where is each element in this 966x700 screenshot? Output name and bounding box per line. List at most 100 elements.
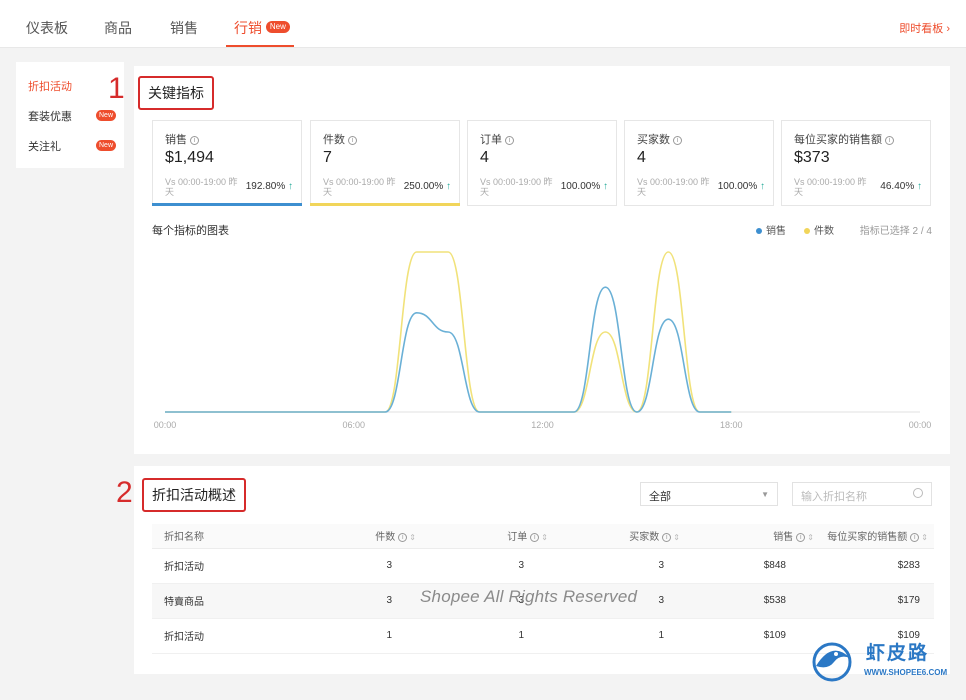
metric-comparison: Vs 00:00-19:00 昨天 — [794, 177, 867, 197]
new-badge: New — [96, 110, 117, 121]
watermark-text: Shopee All Rights Reserved — [420, 587, 638, 606]
table-header-row: 折扣名称 件数 i ⇕ 订单 i ⇕ 买家数 i ⇕ 销售 i ⇕ 每位买家的销售额 i ⇕ — [152, 524, 934, 549]
metric-change: 192.80% ↑ — [245, 181, 293, 192]
sidebar-item-follow-prize[interactable]: 关注礼 — [28, 138, 61, 154]
cell-sales-per-buyer: $283 — [814, 548, 934, 584]
cell-units: 3 — [312, 583, 416, 619]
arrow-up-icon: ↑ — [288, 181, 293, 192]
new-badge: New — [96, 140, 117, 151]
metric-value: $373 — [794, 149, 830, 166]
tab-marketing-label: 行销 — [234, 20, 262, 36]
metric-change: 100.00% ↑ — [717, 181, 765, 192]
sort-icon[interactable]: ⇕ — [921, 533, 928, 542]
metric-comparison: Vs 00:00-19:00 昨天 — [637, 177, 710, 197]
annotation-number: 2 — [116, 476, 133, 509]
metric-value: 4 — [637, 149, 646, 166]
info-icon: i — [796, 533, 806, 543]
cell-discount-name: 折扣活动 — [152, 618, 312, 654]
active-tab-indicator — [226, 45, 294, 47]
metric-label: 订单 i — [480, 131, 514, 147]
tab-dashboard[interactable]: 仪表板 — [26, 18, 68, 38]
arrow-up-icon: ↑ — [446, 181, 451, 192]
sort-icon[interactable]: ⇕ — [541, 533, 548, 542]
metric-value: $1,494 — [165, 149, 214, 166]
metric-comparison: Vs 00:00-19:00 昨天 — [165, 177, 238, 197]
metric-selected-bar — [310, 203, 460, 206]
search-icon[interactable] — [913, 488, 923, 498]
metric-change: 250.00% ↑ — [403, 181, 451, 192]
info-icon: i — [530, 533, 540, 543]
x-tick-label: 00:00 — [154, 420, 177, 430]
cell-sales: $538 — [680, 583, 814, 619]
metric-selected-bar — [152, 203, 302, 206]
discount-name-search-input[interactable]: 输入折扣名称 — [792, 482, 932, 506]
sort-icon[interactable]: ⇕ — [409, 533, 416, 542]
cell-buyers: 1 — [548, 618, 680, 654]
arrow-up-icon: ↑ — [917, 181, 922, 192]
legend-dot — [756, 228, 762, 235]
logo-text-en: WWW.SHOPEE6.COM — [864, 668, 948, 677]
info-icon: i — [662, 533, 672, 543]
top-nav: 仪表板 商品 销售 行销 New 即时看板 › — [0, 0, 966, 48]
info-icon: i — [910, 533, 920, 543]
col-discount-name: 折扣名称 — [152, 524, 312, 549]
x-tick-label: 06:00 — [342, 420, 365, 430]
col-sales[interactable]: 销售 i ⇕ — [680, 524, 814, 549]
tab-marketing[interactable]: 行销 New — [234, 18, 290, 38]
metric-comparison: Vs 00:00-19:00 昨天 — [323, 177, 396, 197]
table-row[interactable]: 折扣活动 3 3 3 $848 $283 — [152, 548, 934, 584]
metrics-line-chart: 00:00 06:00 12:00 18:00 00:00 — [154, 251, 932, 430]
metrics-selected-count: 指标已选择 2 / 4 — [859, 226, 932, 237]
new-badge: New — [265, 21, 290, 33]
info-icon: i — [398, 533, 408, 543]
metric-card-sales[interactable]: 销售 i $1,494 Vs 00:00-19:00 昨天 192.80% ↑ — [152, 120, 302, 206]
annotation-number: 1 — [108, 72, 125, 105]
realtime-dashboard-link[interactable]: 即时看板 › — [899, 20, 950, 36]
cell-discount-name: 特賣商品 — [152, 583, 312, 619]
col-buyers[interactable]: 买家数 i ⇕ — [548, 524, 680, 549]
sidebar-item-bundle[interactable]: 套装优惠 — [28, 108, 72, 124]
col-sales-per-buyer[interactable]: 每位买家的销售额 i ⇕ — [814, 524, 934, 549]
cell-buyers: 3 — [548, 548, 680, 584]
search-placeholder: 输入折扣名称 — [801, 491, 867, 503]
cell-orders: 1 — [416, 618, 548, 654]
col-orders[interactable]: 订单 i ⇕ — [416, 524, 548, 549]
metric-label: 每位买家的销售额 i — [794, 131, 894, 147]
cell-discount-name: 折扣活动 — [152, 548, 312, 584]
metric-card-orders[interactable]: 订单 i 4 Vs 00:00-19:00 昨天 100.00% ↑ — [467, 120, 617, 206]
metric-value: 7 — [323, 149, 332, 166]
arrow-up-icon: ↑ — [760, 181, 765, 192]
series-line-sales — [164, 286, 732, 413]
col-units[interactable]: 件数 i ⇕ — [312, 524, 416, 549]
tab-products[interactable]: 商品 — [104, 18, 132, 38]
key-metrics-title: 关键指标 — [138, 76, 214, 110]
chevron-down-icon: ▼ — [761, 490, 769, 499]
info-icon: i — [348, 135, 357, 145]
metric-card-sales-per-buyer[interactable]: 每位买家的销售额 i $373 Vs 00:00-19:00 昨天 46.40% … — [781, 120, 931, 206]
cell-sales: $848 — [680, 548, 814, 584]
status-filter-dropdown[interactable]: 全部 ▼ — [640, 482, 778, 506]
metric-label: 销售 i — [165, 131, 199, 147]
cell-units: 1 — [312, 618, 416, 654]
sidebar-item-discount[interactable]: 折扣活动 — [28, 78, 72, 94]
discount-overview-title: 折扣活动概述 — [142, 478, 246, 512]
info-icon: i — [190, 135, 199, 145]
metric-label: 买家数 i — [637, 131, 682, 147]
tab-sales[interactable]: 销售 — [170, 18, 198, 38]
sort-icon[interactable]: ⇕ — [807, 533, 814, 542]
cell-sales-per-buyer: $179 — [814, 583, 934, 619]
metric-card-buyers[interactable]: 买家数 i 4 Vs 00:00-19:00 昨天 100.00% ↑ — [624, 120, 774, 206]
metric-label: 件数 i — [323, 131, 357, 147]
x-tick-label: 00:00 — [909, 420, 932, 430]
legend-dot — [804, 228, 810, 235]
dropdown-value: 全部 — [649, 491, 671, 503]
metric-card-units[interactable]: 件数 i 7 Vs 00:00-19:00 昨天 250.00% ↑ — [310, 120, 460, 206]
chart-title: 每个指标的图表 — [152, 225, 229, 237]
sort-icon[interactable]: ⇕ — [673, 533, 680, 542]
site-logo: 虾皮路 WWW.SHOPEE6.COM — [806, 636, 956, 686]
info-icon: i — [673, 135, 682, 145]
metric-change: 100.00% ↑ — [560, 181, 608, 192]
legend-sales[interactable]: 销售 — [756, 222, 786, 237]
legend-units[interactable]: 件数 — [804, 222, 834, 237]
arrow-up-icon: ↑ — [603, 181, 608, 192]
